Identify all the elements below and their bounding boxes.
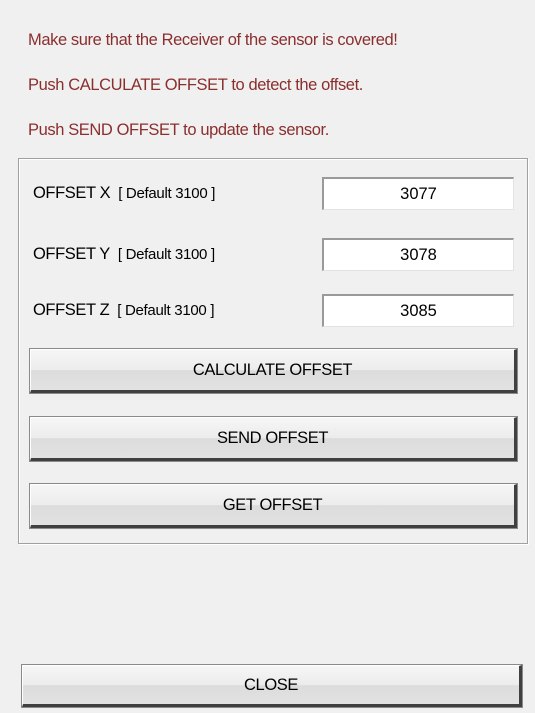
offset-z-label: OFFSET Z [ Default 3100 ] <box>33 301 214 320</box>
offset-z-input[interactable] <box>322 294 514 327</box>
offset-x-input[interactable] <box>322 177 514 210</box>
offset-y-label: OFFSET Y [ Default 3100 ] <box>33 245 215 264</box>
instruction-calculate-offset: Push CALCULATE OFFSET to detect the offs… <box>28 76 363 94</box>
offset-y-name: OFFSET Y <box>33 245 110 263</box>
offset-x-row: OFFSET X [ Default 3100 ] <box>33 177 514 210</box>
close-button[interactable]: CLOSE <box>21 664 523 708</box>
offset-z-row: OFFSET Z [ Default 3100 ] <box>33 294 514 327</box>
offset-y-row: OFFSET Y [ Default 3100 ] <box>33 238 514 271</box>
instruction-send-offset: Push SEND OFFSET to update the sensor. <box>28 121 329 139</box>
offset-z-name: OFFSET Z <box>33 301 110 319</box>
offset-x-default: [ Default 3100 ] <box>118 185 216 202</box>
send-offset-button[interactable]: SEND OFFSET <box>29 416 518 462</box>
calculate-offset-button[interactable]: CALCULATE OFFSET <box>29 348 518 394</box>
offset-y-default: [ Default 3100 ] <box>117 246 215 263</box>
offset-x-label: OFFSET X [ Default 3100 ] <box>33 184 215 203</box>
get-offset-button[interactable]: GET OFFSET <box>29 483 518 529</box>
offset-x-name: OFFSET X <box>33 184 111 202</box>
offset-z-default: [ Default 3100 ] <box>117 302 215 319</box>
offset-y-input[interactable] <box>322 238 514 271</box>
instructions: Make sure that the Receiver of the senso… <box>28 30 528 165</box>
instruction-cover-receiver: Make sure that the Receiver of the senso… <box>28 31 398 49</box>
